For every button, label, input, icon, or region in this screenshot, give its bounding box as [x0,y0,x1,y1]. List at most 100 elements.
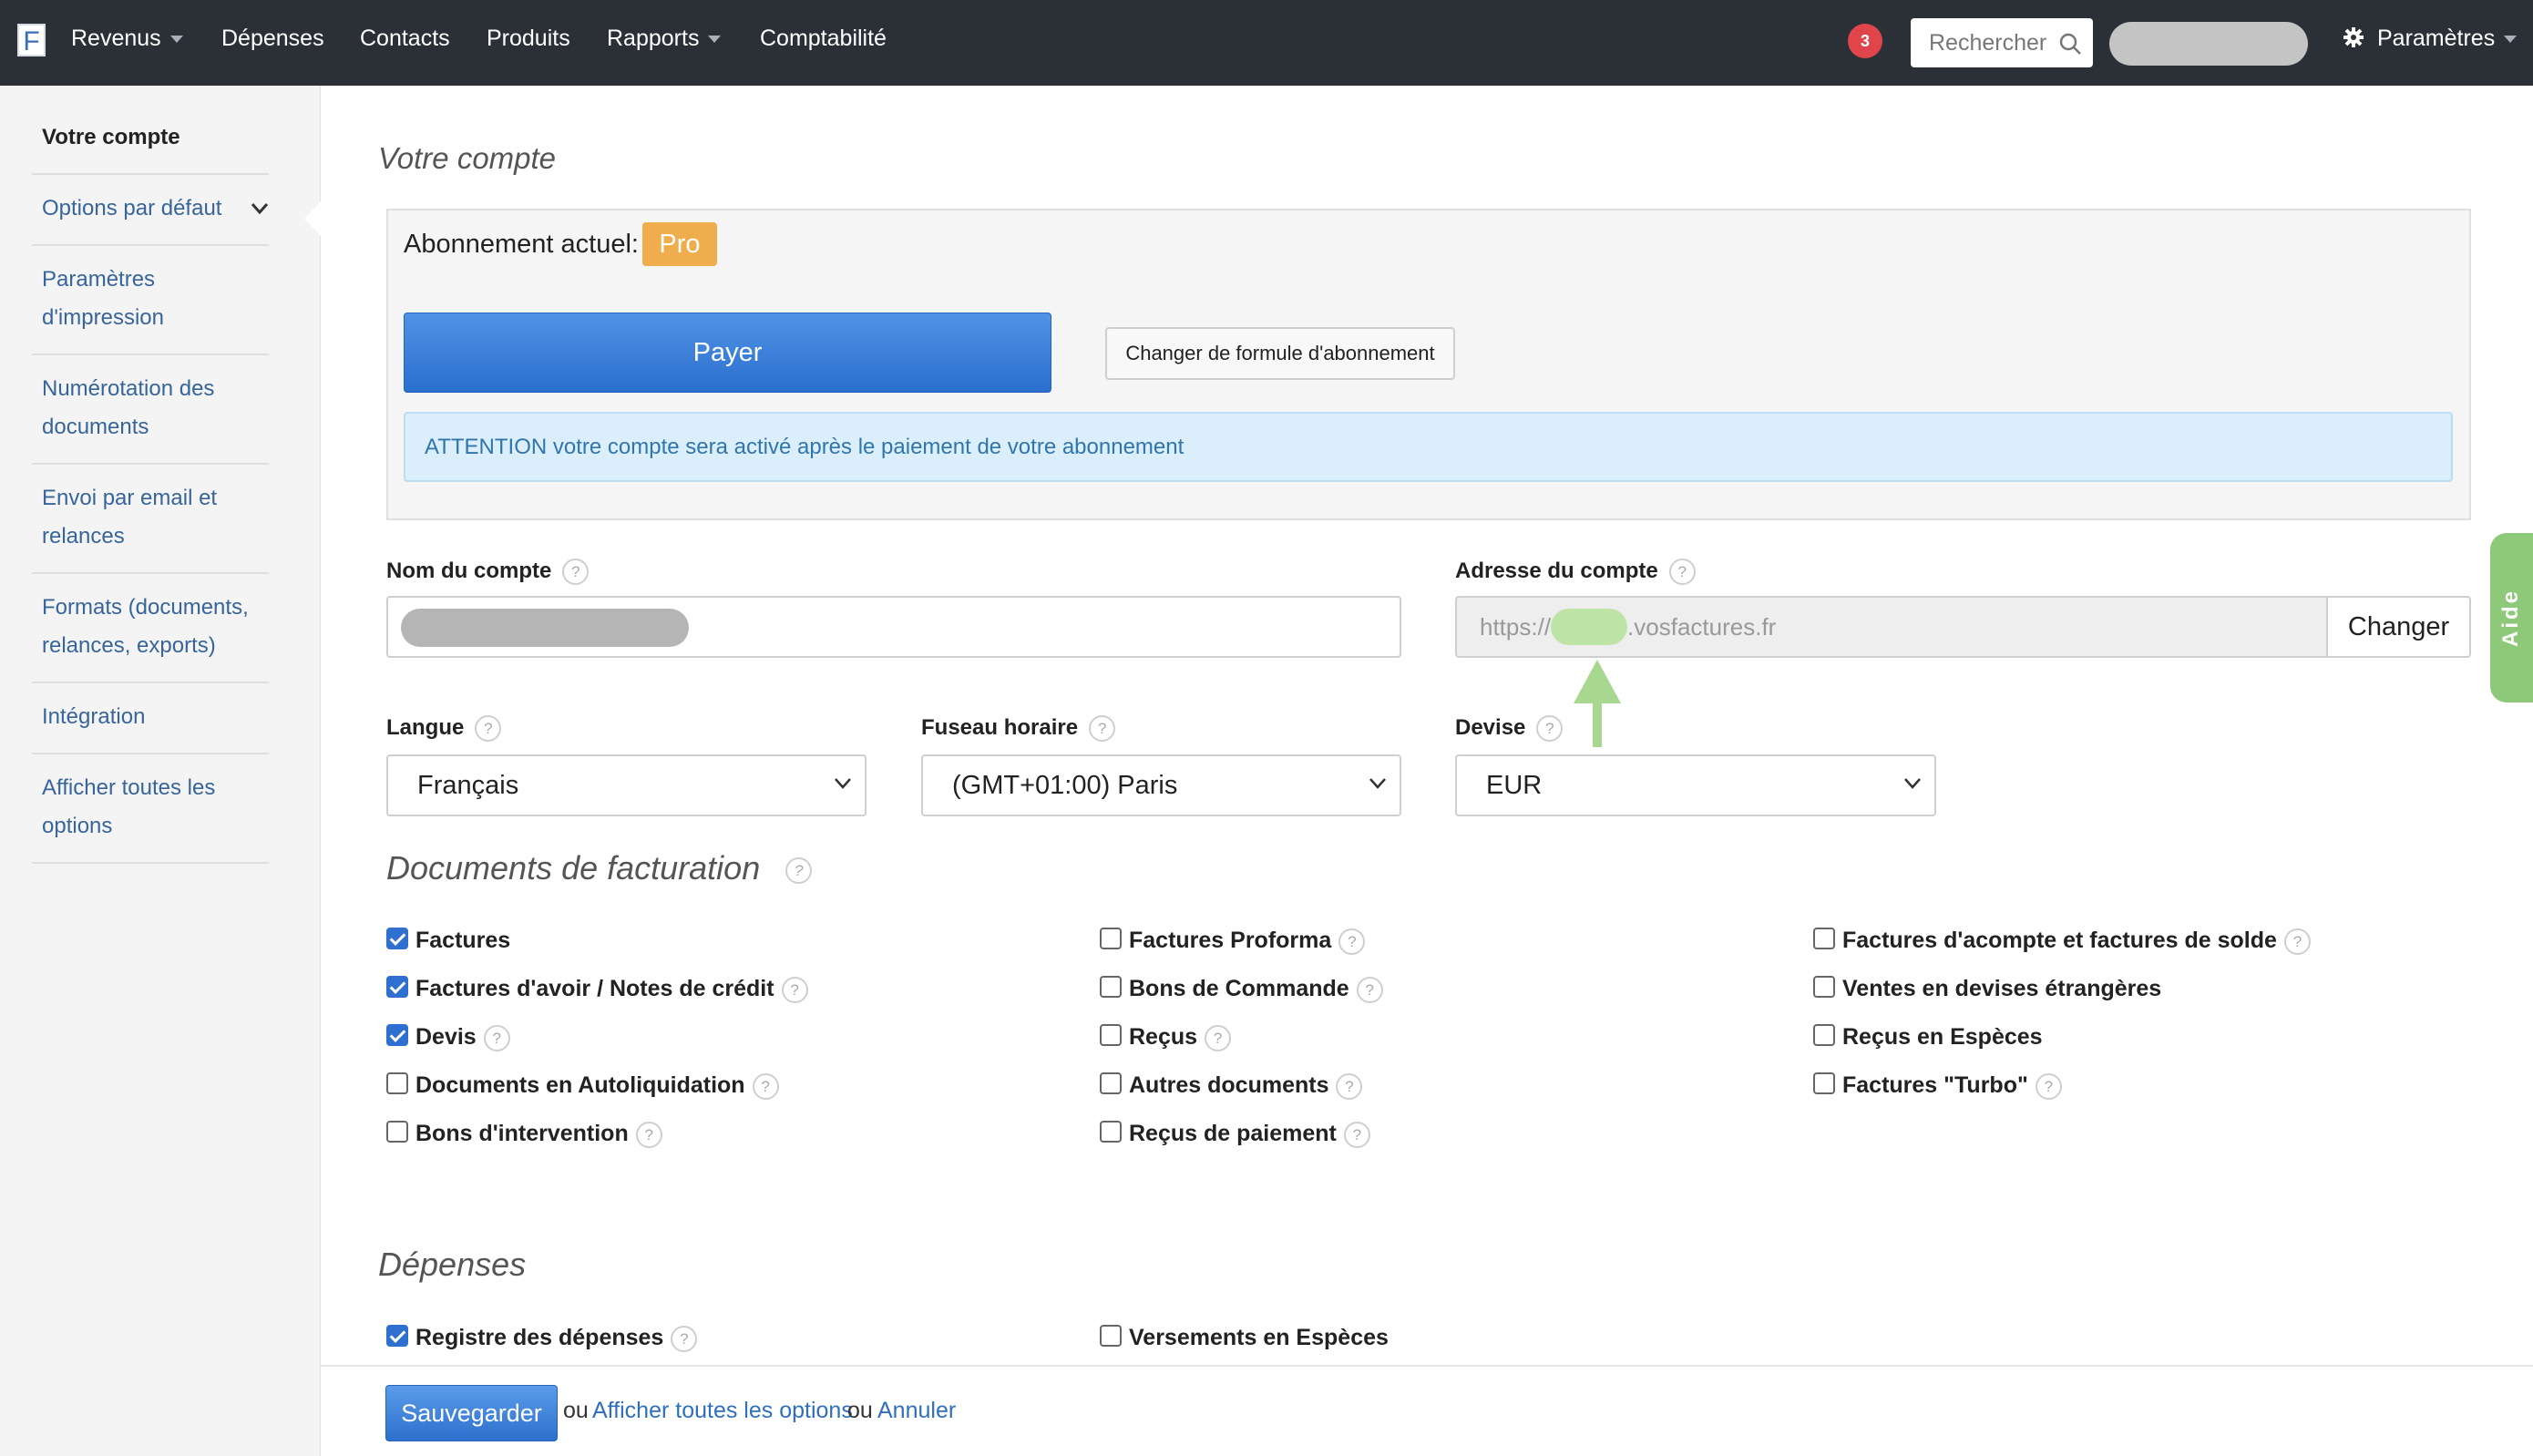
search-input[interactable] [1911,18,2056,67]
sidebar-item-numerotation[interactable]: Numérotation des documents [32,370,269,465]
settings-menu[interactable]: Paramètres [2343,26,2518,52]
checkbox[interactable] [1100,1121,1122,1143]
nav-rapports[interactable]: Rapports [607,26,722,52]
sidebar-item-options-par-defaut[interactable]: Options par défaut [32,190,269,246]
user-menu[interactable] [2109,22,2308,66]
checkbox-row[interactable]: Bons de Commande? [1100,976,1383,1003]
nav-comptabilite[interactable]: Comptabilité [760,26,887,52]
help-icon[interactable]: ? [1336,1072,1363,1100]
checkbox[interactable] [386,1121,408,1143]
checkbox-row[interactable]: Reçus de paiement? [1100,1121,1370,1148]
help-icon[interactable]: ? [671,1325,698,1352]
checkbox-label: Factures "Turbo" [1842,1072,2028,1098]
billing-docs-title-text: Documents de facturation [386,849,761,887]
account-name-label: Nom du compte? [386,559,590,586]
help-icon[interactable]: ? [1205,1024,1232,1051]
checkbox-row[interactable]: Devis? [386,1024,510,1051]
checkbox-row[interactable]: Reçus en Espèces [1813,1024,2043,1051]
currency-select[interactable]: EUR [1455,754,1936,816]
checkbox[interactable] [1100,928,1122,950]
sidebar-item-envoi-email[interactable]: Envoi par email et relances [32,479,269,574]
checkbox-row[interactable]: Ventes en devises étrangères [1813,976,2161,1002]
change-plan-button[interactable]: Changer de formule d'abonnement [1105,327,1455,380]
help-icon[interactable]: ? [475,715,502,743]
app-logo[interactable]: F [17,24,46,56]
checkbox-row[interactable]: Factures "Turbo"? [1813,1072,2062,1100]
help-icon[interactable]: ? [1536,715,1564,743]
checkbox[interactable] [1100,1024,1122,1047]
checkbox-row[interactable]: Versements en Espèces [1100,1325,1389,1351]
change-address-button[interactable]: Changer [2326,596,2471,658]
help-icon[interactable]: ? [562,559,590,586]
notification-badge[interactable]: 3 [1848,24,1882,58]
help-icon[interactable]: ? [785,857,813,884]
checkbox[interactable] [1813,976,1835,999]
timezone-label: Fuseau horaire? [921,715,1116,743]
help-icon[interactable]: ? [635,1121,662,1148]
cancel-link[interactable]: Annuler [877,1398,956,1424]
pay-button[interactable]: Payer [404,313,1051,393]
chevron-down-icon [1369,778,1386,789]
help-icon[interactable]: ? [752,1072,779,1100]
checkbox-row[interactable]: Documents en Autoliquidation? [386,1072,779,1100]
checkbox[interactable] [1100,1072,1122,1095]
nav-rapports-label: Rapports [607,26,700,51]
checkbox[interactable] [1100,1325,1122,1348]
checkbox-label: Factures d'avoir / Notes de crédit [415,976,774,1001]
checkbox-row[interactable]: Bons d'intervention? [386,1121,662,1148]
checkbox-row[interactable]: Reçus? [1100,1024,1232,1051]
help-icon[interactable]: ? [2035,1072,2062,1100]
checkbox-label: Registre des dépenses [415,1325,664,1350]
plan-badge: Pro [642,222,717,266]
currency-value: EUR [1486,771,1543,800]
sidebar-item-afficher-options[interactable]: Afficher toutes les options [32,769,269,864]
help-tab[interactable]: Aide [2490,533,2533,702]
checkbox-label: Devis [415,1024,477,1050]
sidebar-item-votre-compte[interactable]: Votre compte [32,118,269,175]
account-address-label-text: Adresse du compte [1455,559,1658,583]
checkbox-checked[interactable] [386,1024,408,1047]
caret-down-icon [2504,36,2518,44]
checkbox-row[interactable]: Autres documents? [1100,1072,1363,1100]
sidebar-item-integration[interactable]: Intégration [32,698,269,754]
checkbox-row[interactable]: Factures d'acompte et factures de solde? [1813,928,2311,955]
checkbox-checked[interactable] [386,976,408,999]
chevron-down-icon [251,203,269,215]
timezone-select[interactable]: (GMT+01:00) Paris [921,754,1401,816]
checkbox[interactable] [1813,928,1835,950]
sidebar-item-formats[interactable]: Formats (documents, relances, exports) [32,589,269,683]
checkbox-checked[interactable] [386,1325,408,1348]
search-icon[interactable] [2058,32,2082,56]
help-icon[interactable]: ? [1356,976,1383,1003]
checkbox[interactable] [1100,976,1122,999]
chevron-down-icon [1904,778,1921,789]
checkbox-label: Bons de Commande [1129,976,1349,1001]
nav-produits[interactable]: Produits [487,26,570,52]
language-select[interactable]: Français [386,754,867,816]
help-tab-label: Aide [2498,588,2523,647]
subscription-label: Abonnement actuel: [404,230,639,259]
checkbox-row[interactable]: Factures Proforma? [1100,928,1366,955]
nav-depenses[interactable]: Dépenses [221,26,324,52]
checkbox-row[interactable]: Factures [386,928,510,954]
help-icon[interactable]: ? [1338,928,1366,955]
checkbox[interactable] [1813,1024,1835,1047]
help-icon[interactable]: ? [2283,928,2311,955]
help-icon[interactable]: ? [1343,1121,1370,1148]
checkbox-row[interactable]: Factures d'avoir / Notes de crédit? [386,976,808,1003]
checkbox-checked[interactable] [386,928,408,950]
help-icon[interactable]: ? [781,976,808,1003]
save-button[interactable]: Sauvegarder [385,1385,558,1441]
nav-revenus[interactable]: Revenus [71,26,183,52]
nav-contacts[interactable]: Contacts [360,26,450,52]
help-icon[interactable]: ? [1668,559,1696,586]
account-name-input[interactable] [386,596,1401,658]
checkbox-row[interactable]: Registre des dépenses? [386,1325,698,1352]
checkbox-label: Autres documents [1129,1072,1329,1098]
show-all-options-link[interactable]: Afficher toutes les options [592,1398,853,1424]
help-icon[interactable]: ? [1089,715,1116,743]
checkbox[interactable] [1813,1072,1835,1095]
help-icon[interactable]: ? [483,1024,510,1051]
checkbox[interactable] [386,1072,408,1095]
sidebar-item-parametres-impression[interactable]: Paramètres d'impression [32,261,269,355]
